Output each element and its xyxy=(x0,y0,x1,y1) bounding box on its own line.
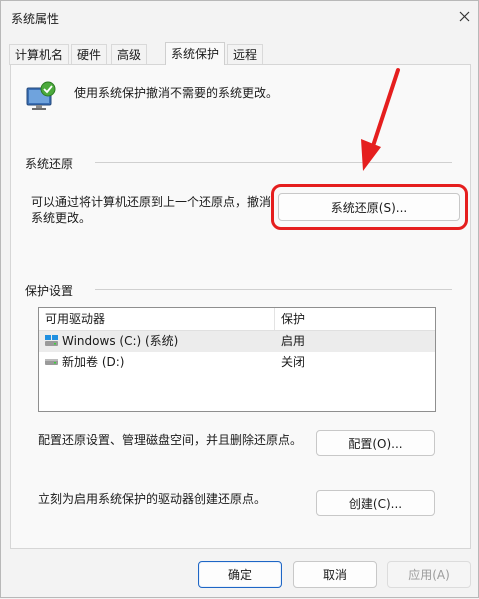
system-drive-icon xyxy=(45,335,58,346)
ok-button[interactable]: 确定 xyxy=(198,561,282,588)
create-text: 立刻为启用系统保护的驱动器创建还原点。 xyxy=(38,492,267,506)
table-header: 可用驱动器 保护 xyxy=(39,308,435,331)
protection-status: 启用 xyxy=(281,334,306,348)
system-protection-icon xyxy=(26,81,56,110)
protection-divider xyxy=(95,289,452,290)
drives-table[interactable]: 可用驱动器 保护 Windows (C:) (系统) 启用 新加卷 (D:) 关… xyxy=(38,307,436,412)
protection-status: 关闭 xyxy=(281,355,306,369)
drive-name: Windows (C:) (系统) xyxy=(62,334,179,348)
table-row[interactable]: 新加卷 (D:) 关闭 xyxy=(39,352,435,373)
configure-button[interactable]: 配置(O)... xyxy=(316,430,435,456)
protection-group-title: 保护设置 xyxy=(25,284,74,298)
restore-group-title: 系统还原 xyxy=(25,157,74,171)
system-properties-window: 系统属性 计算机名 硬件 高级 系统保护 远程 使用系统保护撤消不需要的系统更改… xyxy=(0,0,479,598)
restore-description-line2: 系统更改。 xyxy=(31,211,92,225)
tab-computer-name[interactable]: 计算机名 xyxy=(9,44,70,65)
column-separator[interactable] xyxy=(274,308,275,330)
column-header-protection[interactable]: 保护 xyxy=(281,308,305,330)
restore-description-line1: 可以通过将计算机还原到上一个还原点，撤消 xyxy=(31,195,272,209)
drive-icon xyxy=(45,359,58,365)
column-header-drive[interactable]: 可用驱动器 xyxy=(45,308,105,330)
tab-hardware[interactable]: 硬件 xyxy=(71,44,108,65)
restore-divider xyxy=(95,162,452,163)
intro-text: 使用系统保护撤消不需要的系统更改。 xyxy=(74,86,279,100)
close-icon xyxy=(459,11,469,21)
drive-name: 新加卷 (D:) xyxy=(62,355,125,369)
create-button[interactable]: 创建(C)... xyxy=(316,490,435,516)
tab-advanced[interactable]: 高级 xyxy=(111,44,148,65)
apply-button[interactable]: 应用(A) xyxy=(387,561,471,588)
system-restore-button[interactable]: 系统还原(S)... xyxy=(278,193,460,221)
tab-remote[interactable]: 远程 xyxy=(227,44,264,65)
configure-text: 配置还原设置、管理磁盘空间，并且删除还原点。 xyxy=(38,433,303,447)
tab-system-protection[interactable]: 系统保护 xyxy=(165,42,226,65)
window-title: 系统属性 xyxy=(11,12,60,26)
cancel-button[interactable]: 取消 xyxy=(293,561,377,588)
close-button[interactable] xyxy=(451,5,477,27)
table-row[interactable]: Windows (C:) (系统) 启用 xyxy=(39,331,435,352)
